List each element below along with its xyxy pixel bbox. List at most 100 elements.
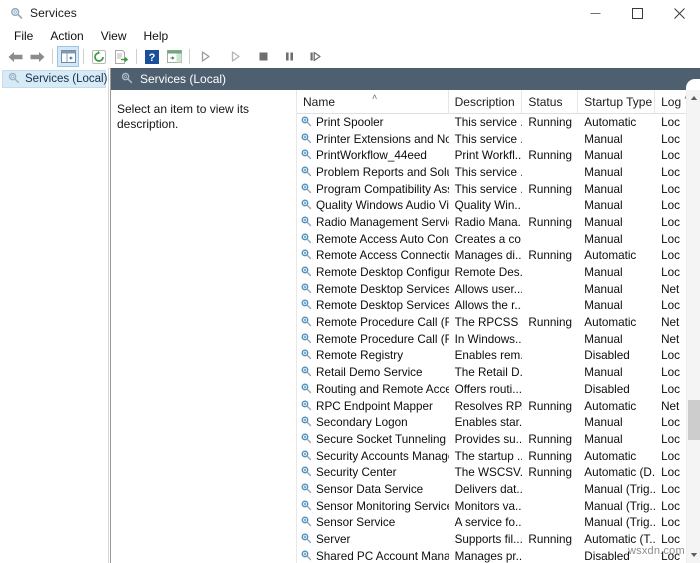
show-hide-console-tree-icon[interactable] [57, 46, 79, 67]
cell-description: This service ... [449, 164, 523, 181]
menu-file[interactable]: File [6, 28, 41, 44]
cell-description: This service ... [449, 114, 523, 131]
pause-service-icon[interactable] [278, 46, 300, 67]
cell-name: RPC Endpoint Mapper [297, 398, 449, 415]
sort-ascending-icon: ˄ [372, 92, 378, 102]
vertical-scrollbar[interactable] [686, 90, 700, 563]
table-row[interactable]: Sensor Service A service fo... Manual (Tri… [297, 515, 700, 532]
table-row[interactable]: Remote Registry Enables rem... Disabled Loc [297, 348, 700, 365]
table-row[interactable]: Sensor Monitoring Service Monitors va... M… [297, 498, 700, 515]
cell-startup-type-label: Automatic [584, 449, 637, 463]
cell-startup-type: Manual (Trig... [578, 515, 655, 532]
table-row[interactable]: Remote Desktop Services U... Allows the r… [297, 298, 700, 315]
cell-description-label: Delivers dat... [454, 482, 523, 496]
table-row[interactable]: Problem Reports and Soluti... This servic… [297, 164, 700, 181]
table-row[interactable]: PrintWorkflow_44eed Print Workfl... Runnin… [297, 147, 700, 164]
show-hide-action-pane-icon[interactable] [163, 46, 185, 67]
column-header-description[interactable]: Description [449, 90, 523, 114]
services-listview[interactable]: Name ˄ Description Status Startup Type L… [296, 90, 700, 563]
table-row[interactable]: Security Center The WSCSV... Running Automa… [297, 464, 700, 481]
cell-startup-type: Manual [578, 164, 655, 181]
scroll-down-icon[interactable] [687, 547, 700, 563]
table-row[interactable]: Routing and Remote Access Offers routi...… [297, 381, 700, 398]
table-row[interactable]: Remote Desktop Services Allows user... Man… [297, 281, 700, 298]
menu-action[interactable]: Action [42, 28, 91, 44]
menu-view[interactable]: View [93, 28, 135, 44]
table-row[interactable]: Remote Procedure Call (RP... In Windows..… [297, 331, 700, 348]
table-row[interactable]: RPC Endpoint Mapper Resolves RP... Running… [297, 398, 700, 415]
table-row[interactable]: Shared PC Account Manager Manages pr... Di… [297, 548, 700, 563]
cell-startup-type: Manual [578, 364, 655, 381]
cell-name-label: Routing and Remote Access [316, 382, 449, 396]
cell-log-on-as-label: Loc [661, 199, 680, 213]
cell-log-on-as-label: Loc [661, 149, 680, 163]
restart-service-icon[interactable] [304, 46, 326, 67]
cell-description-label: In Windows... [454, 332, 523, 346]
refresh-icon[interactable] [88, 46, 110, 67]
service-description-hint: Select an item to view its description. [117, 102, 250, 131]
cell-status: Running [522, 398, 578, 415]
table-row[interactable]: Retail Demo Service The Retail D... Manual… [297, 364, 700, 381]
cell-startup-type-label: Automatic (T... [584, 533, 656, 547]
cell-name-label: Remote Procedure Call (RPC) [316, 316, 449, 330]
table-row[interactable]: Sensor Data Service Delivers dat... Manual… [297, 481, 700, 498]
services-gear-icon [120, 71, 133, 87]
table-row[interactable]: Secure Socket Tunneling Pr... Provides su… [297, 431, 700, 448]
table-row[interactable]: Server Supports fil... Running Automatic (T… [297, 531, 700, 548]
table-row[interactable]: Quality Windows Audio Vid... Quality Win.… [297, 197, 700, 214]
forward-icon[interactable] [26, 46, 48, 67]
back-icon[interactable] [4, 46, 26, 67]
resume-service-icon[interactable] [224, 46, 246, 67]
minimize-icon[interactable] [574, 0, 616, 26]
cell-name: Radio Management Service [297, 214, 449, 231]
cell-name: Shared PC Account Manager [297, 548, 449, 563]
cell-name-label: Printer Extensions and Notif... [316, 132, 449, 146]
scrollbar-thumb[interactable] [688, 400, 700, 440]
service-gear-icon [300, 148, 312, 163]
cell-description: Radio Mana... [449, 214, 523, 231]
cell-status: Running [522, 464, 578, 481]
cell-description-label: Manages di... [454, 249, 523, 263]
column-header-description-label: Description [454, 95, 515, 109]
export-list-icon[interactable] [110, 46, 132, 67]
cell-log-on-as-label: Loc [661, 482, 680, 496]
cell-name-label: PrintWorkflow_44eed [316, 149, 427, 163]
close-icon[interactable] [658, 0, 700, 26]
cell-description-label: Manages pr... [454, 549, 523, 563]
cell-name-label: Remote Desktop Configurat... [316, 266, 449, 280]
cell-startup-type-label: Disabled [584, 382, 630, 396]
table-row[interactable]: Remote Desktop Configurat... Remote Des..… [297, 264, 700, 281]
menu-help[interactable]: Help [136, 28, 177, 44]
cell-status: Running [522, 114, 578, 131]
cell-startup-type: Automatic [578, 314, 655, 331]
column-header-status[interactable]: Status [522, 90, 579, 114]
start-service-icon[interactable] [194, 46, 216, 67]
console-tree-pane: Services (Local) [0, 68, 109, 563]
column-header-name[interactable]: Name ˄ [297, 90, 449, 114]
table-row[interactable]: Printer Extensions and Notif... This serv… [297, 131, 700, 148]
cell-description: Remote Des... [449, 264, 523, 281]
cell-startup-type: Manual [578, 197, 655, 214]
listview-header: Name ˄ Description Status Startup Type L… [297, 90, 700, 114]
cell-startup-type: Manual [578, 414, 655, 431]
maximize-icon[interactable] [616, 0, 658, 26]
table-row[interactable]: Secondary Logon Enables star... Manual Loc [297, 414, 700, 431]
cell-description-label: This service ... [454, 182, 523, 196]
help-icon[interactable]: ? [141, 46, 163, 67]
cell-name-label: Retail Demo Service [316, 366, 423, 380]
table-row[interactable]: Remote Procedure Call (RPC) The RPCSS ...… [297, 314, 700, 331]
stop-service-icon[interactable] [252, 46, 274, 67]
table-row[interactable]: Remote Access Connection... Manages di...… [297, 248, 700, 265]
table-row[interactable]: Program Compatibility Assi... This servic… [297, 181, 700, 198]
service-gear-icon [300, 132, 312, 147]
table-row[interactable]: Radio Management Service Radio Mana... Run… [297, 214, 700, 231]
cell-startup-type-label: Manual [584, 165, 623, 179]
table-row[interactable]: Print Spooler This service ... Running Auto… [297, 114, 700, 131]
table-row[interactable]: Remote Access Auto Conne... Creates a co.… [297, 231, 700, 248]
table-row[interactable]: Security Accounts Manager The startup ...… [297, 448, 700, 465]
cell-description: Manages di... [449, 248, 523, 265]
cell-log-on-as-label: Loc [661, 416, 680, 430]
column-header-startup-type[interactable]: Startup Type [578, 90, 656, 114]
sidebar-item-services-local[interactable]: Services (Local) [2, 70, 107, 88]
scroll-up-icon[interactable] [687, 90, 700, 106]
